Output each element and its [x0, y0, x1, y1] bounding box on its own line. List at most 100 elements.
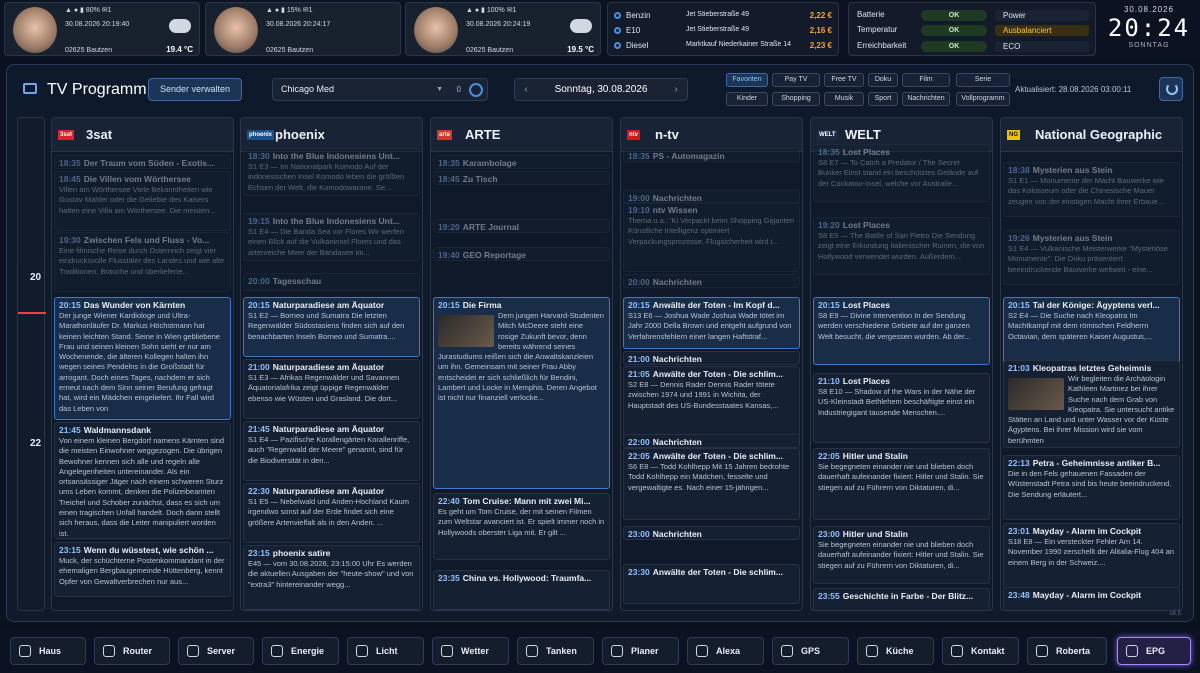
- fuel-prices-card[interactable]: Benzin Jet Stieberstraße 49 2,22 € E10 Jet …: [607, 2, 839, 56]
- program-card[interactable]: 18:38 Mysterien aus Stein S1 E1 — Monument…: [1003, 162, 1180, 217]
- program-card[interactable]: 18:30 Into the Blue Indonesiens Unt... S1 …: [243, 148, 420, 196]
- program-card[interactable]: 21:03 Kleopatras letztes Geheimnis Wir beg…: [1003, 360, 1180, 448]
- program-card[interactable]: 21:10 Lost Places S8 E10 — Shadow of the W…: [813, 373, 990, 443]
- nav-gps[interactable]: GPS: [772, 637, 849, 665]
- program-card[interactable]: 22:40 Tom Cruise: Mann mit zwei Mi... Es g…: [433, 493, 610, 560]
- program-card[interactable]: 23:01 Mayday - Alarm im Cockpit S18 E8 — E…: [1003, 523, 1180, 588]
- program-card[interactable]: 19:15 Into the Blue Indonesiens Unt... S1 …: [243, 213, 420, 261]
- chevron-right-icon[interactable]: ›: [667, 79, 685, 100]
- chip-film[interactable]: Film: [902, 73, 950, 87]
- chip-vollprogramm[interactable]: Vollprogramm: [956, 92, 1010, 106]
- nav-wetter[interactable]: Wetter: [432, 637, 509, 665]
- program-card[interactable]: 21:00 Naturparadiese am Äquator S1 E3 — Af…: [243, 359, 420, 419]
- nav-licht[interactable]: Licht: [347, 637, 424, 665]
- program-card[interactable]: 21:05 Anwälte der Toten - Die schlim... S2…: [623, 366, 800, 438]
- program-card[interactable]: 22:05 Anwälte der Toten - Die schlim... S6…: [623, 448, 800, 520]
- program-card[interactable]: 23:30 Anwälte der Toten - Die schlim...: [623, 564, 800, 604]
- channel-name: phoenix: [275, 127, 325, 142]
- program-card[interactable]: 23:55 Geschichte in Farbe - Der Blitz...: [813, 588, 990, 610]
- program-card[interactable]: 21:45 Naturparadiese am Äquator S1 E4 — Pa…: [243, 421, 420, 481]
- program-card[interactable]: 22:00 Nachrichten: [623, 434, 800, 448]
- program-card[interactable]: 23:00 Hitler und Stalin Sie begegneten ein…: [813, 526, 990, 584]
- chip-sport[interactable]: Sport: [868, 92, 898, 106]
- chip-serie[interactable]: Serie: [956, 73, 1010, 87]
- nav-server[interactable]: Server: [178, 637, 254, 665]
- program-card[interactable]: 21:00 Nachrichten: [623, 351, 800, 365]
- program-card[interactable]: 20:15 Anwälte der Toten - Im Kopf d... S13…: [623, 297, 800, 349]
- program-card[interactable]: 19:20 ARTE Journal: [433, 219, 610, 233]
- program-card[interactable]: 19:10 ntv Wissen Thema u.a.: 'Ki Verpackt …: [623, 202, 800, 272]
- program-card[interactable]: 18:45 Zu Tisch: [433, 171, 610, 185]
- nav-haus[interactable]: Haus: [10, 637, 86, 665]
- camera-card-3[interactable]: ▲ ● ▮ 100% ✉1 30.08.2026 20:24:19 02625 …: [405, 2, 601, 56]
- channel-header[interactable]: NG National Geographic: [1001, 118, 1182, 152]
- program-card[interactable]: 21:45 Waldmannsdank Von einem kleinen Berg…: [54, 422, 231, 539]
- refresh-button[interactable]: [1159, 77, 1183, 101]
- program-card[interactable]: 23:15 Wenn du wüsstest, wie schön ... Muck…: [54, 542, 231, 597]
- gear-icon[interactable]: [469, 83, 483, 97]
- nav-energie[interactable]: Energie: [262, 637, 339, 665]
- channel-list-select[interactable]: Chicago Med ▼ 0: [272, 78, 488, 101]
- channel-header[interactable]: arte ARTE: [431, 118, 612, 152]
- chip-free-tv[interactable]: Free TV: [824, 73, 864, 87]
- chip-favoriten[interactable]: Favoriten: [726, 73, 768, 87]
- program-card[interactable]: 20:00 Tagesschau: [243, 273, 420, 291]
- nav-kueche[interactable]: Küche: [857, 637, 934, 665]
- nav-label: Router: [123, 646, 152, 656]
- program-card[interactable]: 23:35 China vs. Hollywood: Traumfa...: [433, 570, 610, 610]
- chip-musik[interactable]: Musik: [824, 92, 864, 106]
- nav-tanken[interactable]: Tanken: [517, 637, 594, 665]
- program-card[interactable]: 20:15 Naturparadiese am Äquator S1 E2 — Bo…: [243, 297, 420, 357]
- program-card[interactable]: 19:20 Lost Places S8 E5 — The Battle of Sa…: [813, 217, 990, 275]
- program-card[interactable]: 18:35 Der Traum vom Süden - Exotis...: [54, 155, 231, 169]
- program-card[interactable]: 18:35 Karambolage: [433, 155, 610, 169]
- program-title-row: 23:30 Anwälte der Toten - Die schlim...: [628, 567, 795, 577]
- program-card[interactable]: 20:15 Lost Places S8 E9 — Divine Intervent…: [813, 297, 990, 365]
- chevron-left-icon[interactable]: ‹: [517, 79, 535, 100]
- program-card[interactable]: 20:00 Nachrichten: [623, 274, 800, 288]
- program-card[interactable]: 23:00 Nachrichten: [623, 526, 800, 540]
- fuel-dot-icon: [614, 27, 621, 34]
- program-card[interactable]: 20:15 Das Wunder von Kärnten Der junge Wie…: [54, 297, 231, 420]
- chip-kinder[interactable]: Kinder: [726, 92, 768, 106]
- nav-epg[interactable]: EPG: [1117, 637, 1191, 665]
- manage-channels-button[interactable]: Sender verwalten: [148, 78, 242, 101]
- program-time: 22:05: [818, 451, 840, 461]
- nav-kontakt[interactable]: Kontakt: [942, 637, 1019, 665]
- program-card[interactable]: 18:45 Die Villen vom Wörthersee Villen am …: [54, 171, 231, 231]
- program-card[interactable]: 23:15 phoenix satire E45 — vom 30.08.2026,…: [243, 545, 420, 610]
- power-mode-option[interactable]: Ausbalanciert: [995, 25, 1089, 36]
- camera-card-1[interactable]: ▲ ● ▮ 80% ✉1 30.08.2026 20:19:40 02625 B…: [4, 2, 200, 56]
- program-card[interactable]: 19:26 Mysterien aus Stein S1 E4 — Vulkanis…: [1003, 230, 1180, 285]
- chip-doku[interactable]: Doku: [868, 73, 898, 87]
- program-card[interactable]: 18:35 Lost Places S8 E7 — To Catch a Preda…: [813, 144, 990, 202]
- power-mode-option[interactable]: ECO: [995, 41, 1089, 52]
- channel-header[interactable]: phoenix phoenix: [241, 118, 422, 152]
- channel-header[interactable]: ntv n-tv: [621, 118, 802, 152]
- channel-header[interactable]: 3sat 3sat: [52, 118, 233, 152]
- device-status: ▲ ● ▮ 80% ✉1: [65, 7, 112, 14]
- program-card[interactable]: 18:35 PS - Automagazin: [623, 148, 800, 162]
- program-card[interactable]: 20:15 Die Firma Dem jungen Harvard-Student…: [433, 297, 610, 489]
- nav-alexa[interactable]: Alexa: [687, 637, 764, 665]
- program-title: Lost Places: [842, 300, 890, 310]
- nav-planer[interactable]: Planer: [602, 637, 679, 665]
- power-mode-option[interactable]: Power: [995, 10, 1089, 21]
- program-card[interactable]: 23:48 Mayday - Alarm im Cockpit: [1003, 587, 1180, 610]
- program-card[interactable]: 22:30 Naturparadiese am Äquator S1 E5 — Ne…: [243, 483, 420, 543]
- program-description: Der junge Wiener Kardiologe und Ultra-Ma…: [59, 311, 220, 413]
- nav-roberta[interactable]: Roberta: [1027, 637, 1107, 665]
- program-card[interactable]: 22:05 Hitler und Stalin Sie begegneten ein…: [813, 448, 990, 520]
- program-title-row: 22:00 Nachrichten: [628, 437, 795, 447]
- program-card[interactable]: 20:15 Tal der Könige: Ägyptens verl... S2 …: [1003, 297, 1180, 365]
- program-title: ntv Wissen: [652, 205, 698, 215]
- chip-nachrichten[interactable]: Nachrichten: [902, 92, 950, 106]
- status-label: Batterie: [857, 10, 885, 19]
- program-card[interactable]: 19:30 Zwischen Fels und Fluss - Vo... Eine…: [54, 232, 231, 292]
- camera-card-2[interactable]: ▲ ● ▮ 15% ✉1 30.08.2026 20:24:17 02625 B…: [205, 2, 401, 56]
- chip-pay-tv[interactable]: Pay TV: [772, 73, 820, 87]
- program-card[interactable]: 19:40 GEO Reportage: [433, 247, 610, 261]
- chip-shopping[interactable]: Shopping: [772, 92, 820, 106]
- program-card[interactable]: 22:13 Petra - Geheimnisse antiker B... Die…: [1003, 455, 1180, 520]
- nav-router[interactable]: Router: [94, 637, 170, 665]
